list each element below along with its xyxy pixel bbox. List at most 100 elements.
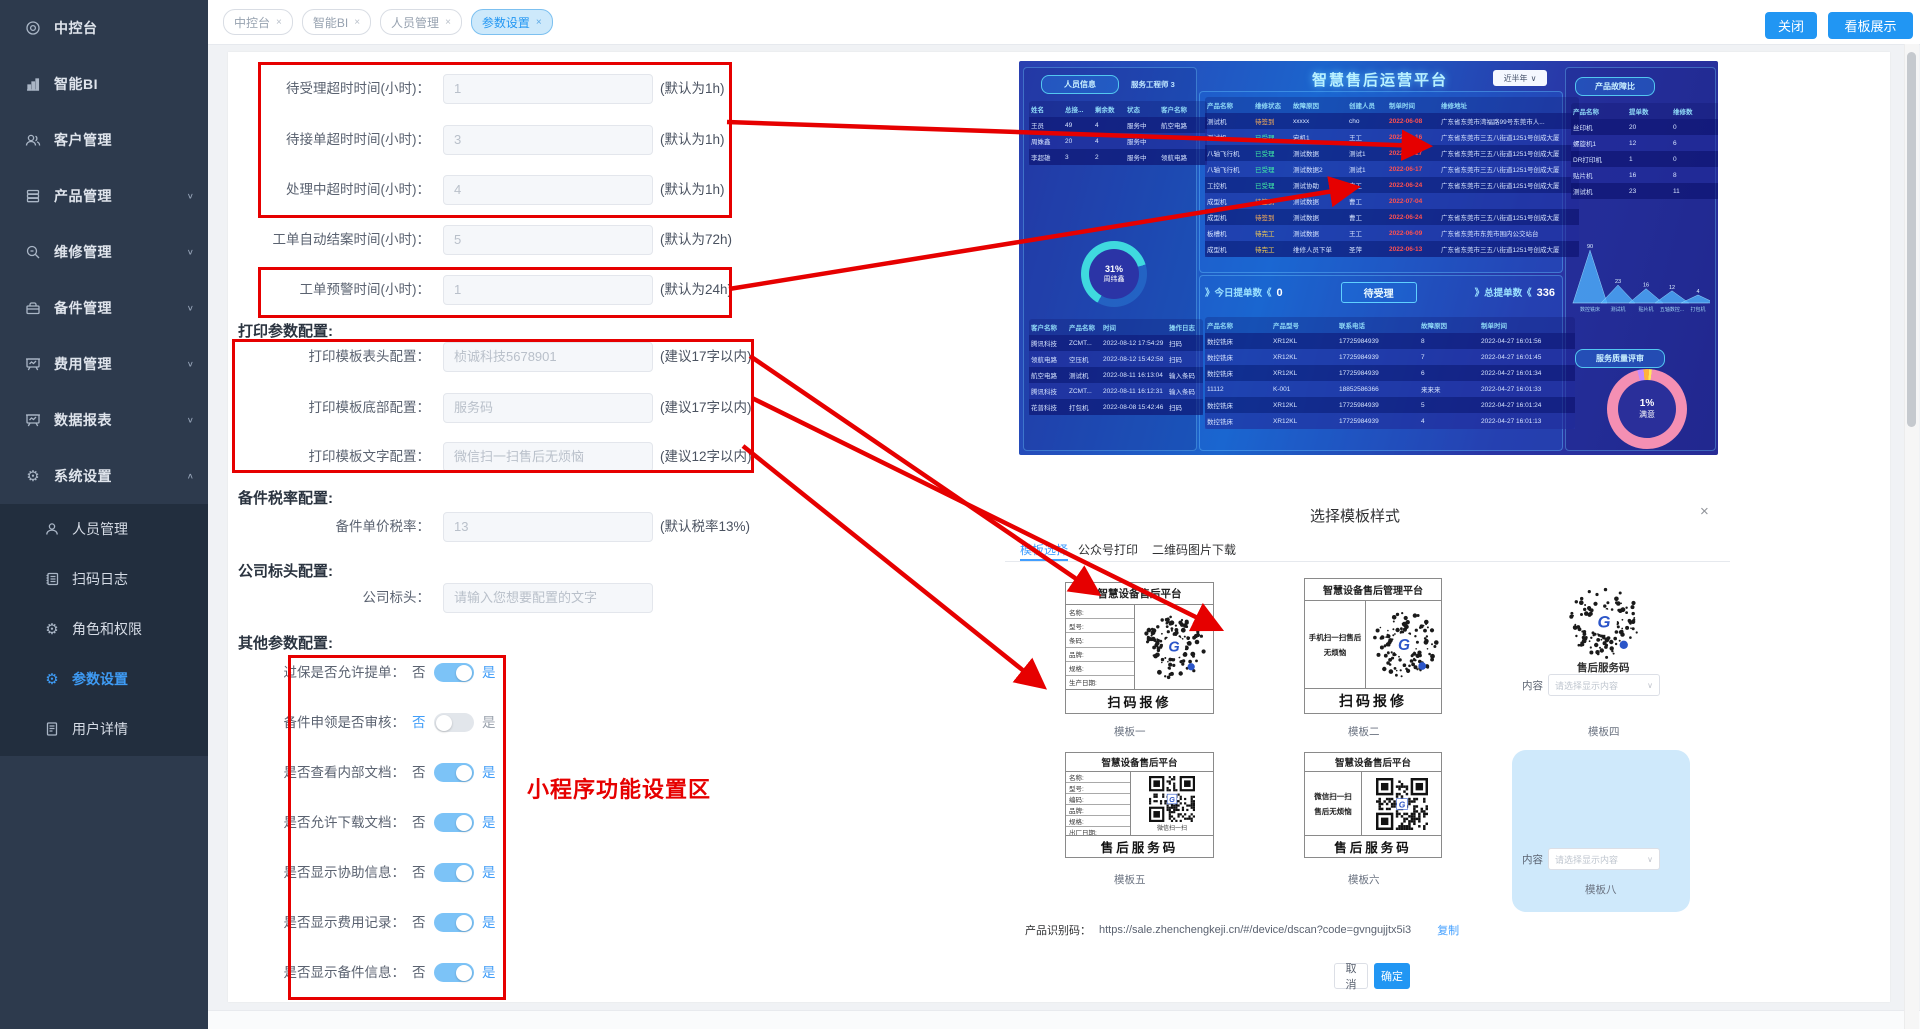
tab-0[interactable]: 中控台× (223, 9, 293, 35)
sidebar-item-6[interactable]: 费用管理∨ (0, 336, 208, 392)
template1-label[interactable]: 模板一 (1114, 724, 1146, 739)
template1-fields: 名称:型号:条码:品牌:规格:生产日期: (1066, 605, 1135, 689)
print-section-header: 打印参数配置: (238, 320, 333, 341)
tab-close-icon[interactable]: × (276, 17, 282, 28)
time-row-3-input[interactable]: 5 (443, 225, 653, 255)
toggle-row-1-switch[interactable] (434, 713, 474, 732)
template6-left-text-2: 售后无烦恼 (1314, 804, 1352, 819)
tab-3[interactable]: 参数设置× (471, 9, 553, 35)
print-row-2-input[interactable]: 微信扫一扫售后无烦恼 (443, 442, 653, 472)
sidebar-item-1[interactable]: 智能BI (0, 56, 208, 112)
dashboard-fault-table: 产品名称提单数维修数丝印机200螺旋机1126DR打印机10贴片机168测试机2… (1571, 103, 1718, 199)
sidebar-item-5[interactable]: 备件管理∨ (0, 280, 208, 336)
company-row-input[interactable]: 请输入您想要配置的文字 (443, 583, 653, 613)
sidebar-item-label: 备件管理 (54, 298, 187, 318)
template2-label[interactable]: 模板二 (1348, 724, 1380, 739)
template-field-label: 型号: (1066, 783, 1130, 794)
sidebar-subitem-4[interactable]: 用户详情 (0, 704, 208, 754)
sidebar-item-2[interactable]: 客户管理 (0, 112, 208, 168)
template6-label[interactable]: 模板六 (1348, 872, 1380, 887)
chevron-down-icon: ∨ (187, 304, 194, 313)
template4-label[interactable]: 模板四 (1588, 724, 1620, 739)
print-row-1-label: 打印模板底部配置： (190, 393, 430, 423)
dialog-tab-1[interactable]: 公众号打印 (1078, 541, 1138, 558)
sidebar-subitem-label: 扫码日志 (72, 569, 128, 589)
template4-qr-round-icon[interactable]: G (1566, 584, 1642, 660)
template8-label[interactable]: 模板八 (1585, 882, 1617, 897)
sidebar-subitem-0[interactable]: 人员管理 (0, 504, 208, 554)
toggle-row-0-switch[interactable] (434, 663, 474, 682)
dialog-title: 选择模板样式 (1255, 505, 1455, 526)
time-row-4-hint: (默认为24h) (660, 275, 732, 305)
toggle-row-2-switch[interactable] (434, 763, 474, 782)
main-table-row: 测试机待签到xxxxxcho2022-06-08广东省东莞市湾福路99号东莞市人… (1205, 113, 1579, 129)
fault-table-row: DR打印机10 (1571, 151, 1718, 167)
time-row-2-input[interactable]: 4 (443, 175, 653, 205)
template-card-1[interactable]: 智慧设备售后平台 名称:型号:条码:品牌:规格:生产日期: G 扫码报修 (1065, 582, 1214, 714)
tax-row-label: 备件单价税率： (190, 512, 430, 542)
template-card-2[interactable]: 智慧设备售后管理平台 手机扫一扫售后无烦恼 G 扫码报修 (1304, 578, 1442, 714)
toggle-row-4-switch[interactable] (434, 863, 474, 882)
sidebar: 中控台智能BI客户管理产品管理∨维修管理∨备件管理∨费用管理∨数据报表∨⚙系统设… (0, 0, 208, 1029)
tab-1[interactable]: 智能BI× (302, 9, 371, 35)
sidebar-item-0[interactable]: 中控台 (0, 0, 208, 56)
dashboard-satisfaction-donut: 1% 满意 (1607, 369, 1687, 449)
toggle-row-5-switch[interactable] (434, 913, 474, 932)
sidebar-subitem-2[interactable]: ⚙角色和权限 (0, 604, 208, 654)
time-row-4-input[interactable]: 1 (443, 275, 653, 305)
svg-text:G: G (1398, 636, 1410, 653)
dialog-tab-2[interactable]: 二维码图片下载 (1152, 541, 1236, 558)
copy-link[interactable]: 复制 (1437, 922, 1459, 938)
template-card-5[interactable]: 智慧设备售后平台 名称:型号:编码:品牌:规格:出厂日期: G 微信扫一扫 售后… (1065, 752, 1214, 858)
sidebar-submenu: 人员管理扫码日志 ⚙角色和权限⚙参数设置用户详情 (0, 504, 208, 756)
tax-row-input[interactable]: 13 (443, 512, 653, 542)
tab-close-icon[interactable]: × (536, 17, 542, 28)
scrollbar[interactable] (1904, 44, 1919, 1029)
print-row-1-hint: (建议17字以内) (660, 393, 752, 423)
toggle-row-6-switch[interactable] (434, 963, 474, 982)
svg-text:16: 16 (1643, 283, 1649, 289)
template5-label[interactable]: 模板五 (1114, 872, 1146, 887)
template8-content-select[interactable]: 请选择显示内容∨ (1548, 848, 1660, 870)
sidebar-item-3[interactable]: 产品管理∨ (0, 168, 208, 224)
sidebar-subitem-3[interactable]: ⚙参数设置 (0, 654, 208, 704)
dashboard-range-select[interactable]: 近半年∨ (1493, 70, 1547, 86)
scrollbar-thumb[interactable] (1907, 52, 1916, 427)
dialog-close-icon[interactable]: × (1700, 503, 1709, 520)
dashboard-order-table: 产品名称产品型号联系电话故障原因制单时间数控铣床XR12KL1772598493… (1205, 317, 1575, 429)
print-row-0-input[interactable]: 桢诚科技5678901 (443, 342, 653, 372)
tab-close-icon[interactable]: × (445, 17, 451, 28)
tab-2[interactable]: 人员管理× (380, 9, 462, 35)
toggle-row-0-no: 否 (412, 663, 426, 683)
template1-footer: 扫码报修 (1066, 689, 1213, 713)
toggle-knob (456, 965, 472, 981)
sidebar-subitem-label: 角色和权限 (72, 619, 142, 639)
bi-chart-icon (24, 75, 42, 93)
toggle-row-3-switch[interactable] (434, 813, 474, 832)
dialog-cancel-button[interactable]: 取消 (1334, 963, 1368, 989)
close-button[interactable]: 关闭 (1765, 12, 1817, 39)
toggle-row-4-yes: 是 (482, 863, 496, 883)
sidebar-subitem-1[interactable]: 扫码日志 (0, 554, 208, 604)
dialog-tab-0[interactable]: 模板选择 (1020, 541, 1068, 558)
dashboard-fault-pill: 产品故障比 (1575, 77, 1655, 96)
sidebar-item-7[interactable]: 数据报表∨ (0, 392, 208, 448)
sidebar-item-8[interactable]: ⚙系统设置∧ (0, 448, 208, 504)
dialog-confirm-button[interactable]: 确定 (1374, 963, 1410, 989)
time-row-0-input[interactable]: 1 (443, 74, 653, 104)
print-row-0-label: 打印模板表头配置： (190, 342, 430, 372)
time-row-0-hint: (默认为1h) (660, 74, 725, 104)
company-section-header: 公司标头配置: (238, 560, 333, 581)
tab-close-icon[interactable]: × (354, 17, 360, 28)
time-row-1-input[interactable]: 3 (443, 125, 653, 155)
template1-qr-round-icon: G (1141, 614, 1207, 680)
sidebar-item-4[interactable]: 维修管理∨ (0, 224, 208, 280)
sidebar-item-label: 产品管理 (54, 186, 187, 206)
svg-text:G: G (1168, 640, 1179, 656)
template4-content-select[interactable]: 请选择显示内容∨ (1548, 674, 1660, 696)
print-row-1-input[interactable]: 服务码 (443, 393, 653, 423)
customers-icon (24, 131, 42, 149)
board-display-button[interactable]: 看板展示 (1828, 12, 1913, 39)
template6-footer: 售后服务码 (1305, 835, 1441, 857)
template-card-6[interactable]: 智慧设备售后平台 微信扫一扫 售后无烦恼 G 售后服务码 (1304, 752, 1442, 858)
